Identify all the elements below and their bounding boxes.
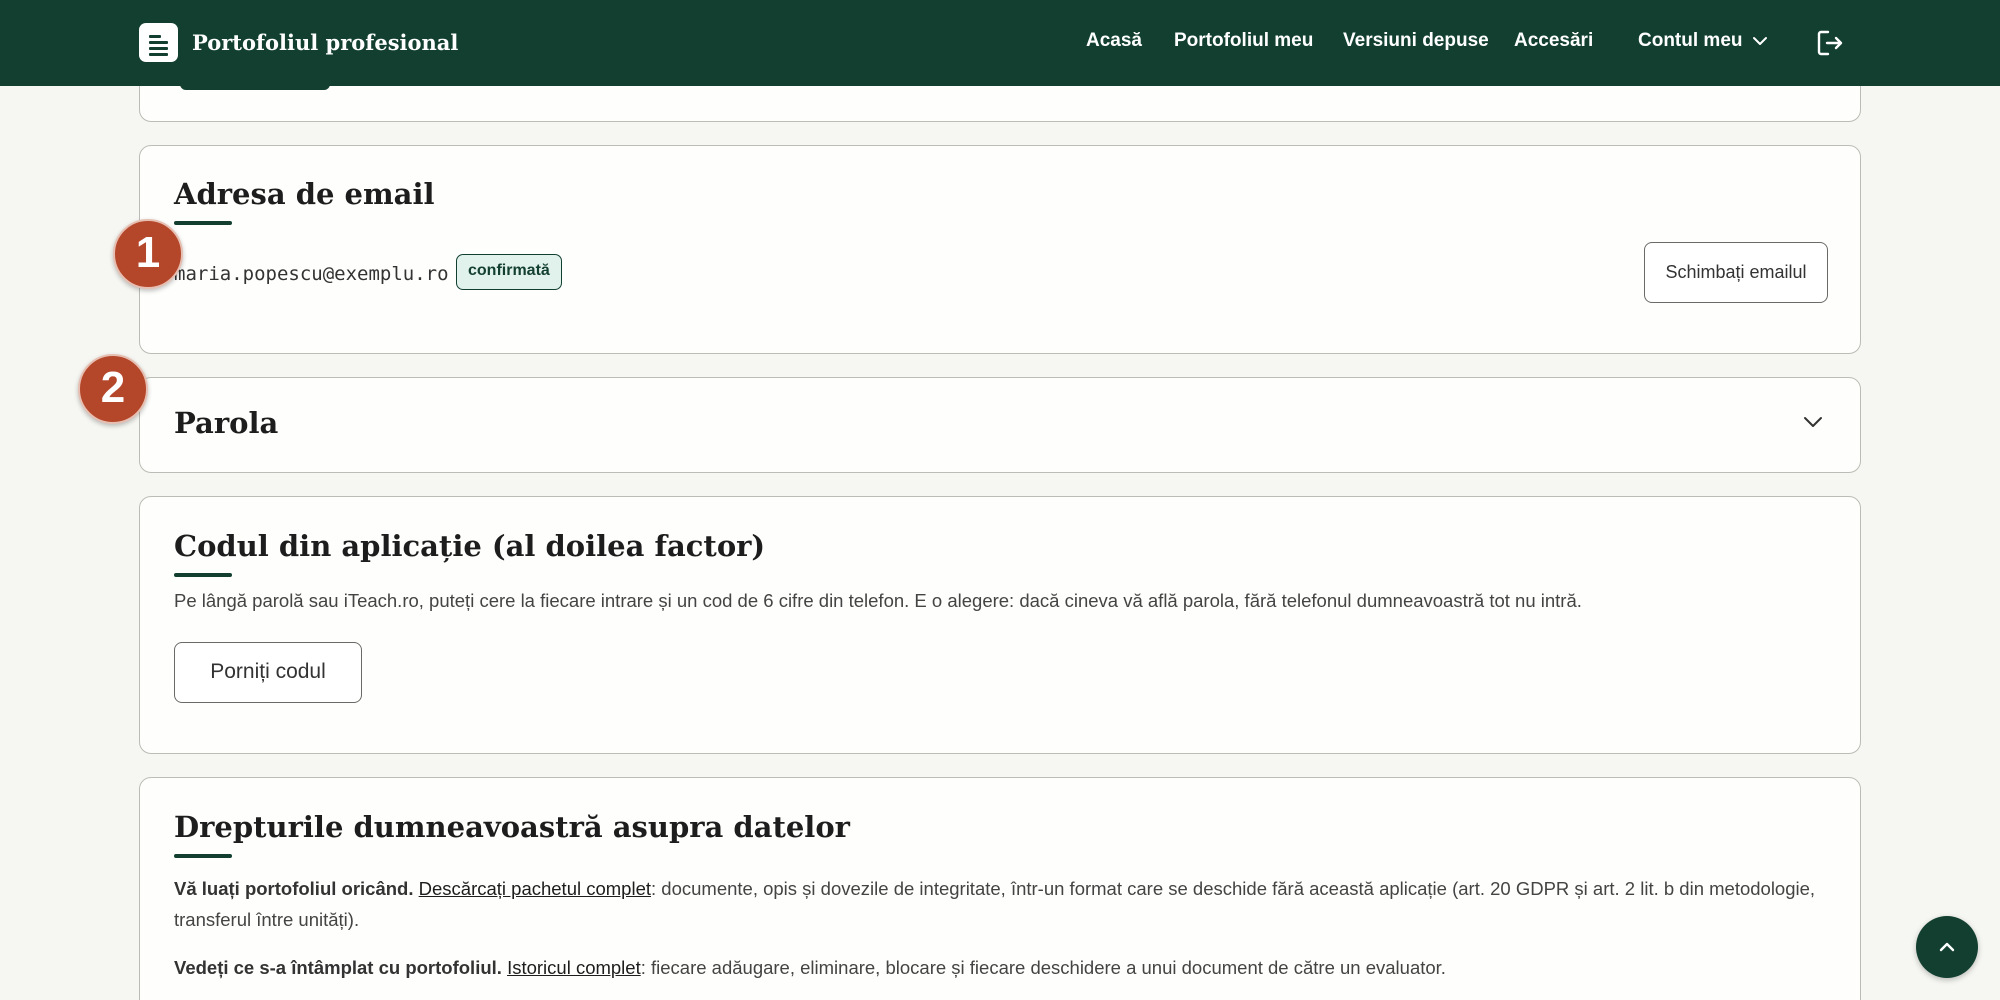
nav-access-log[interactable]: Accesări	[1514, 30, 1593, 52]
email-address: maria.popescu@exemplu.ro	[174, 263, 449, 285]
step-marker-1: 1	[113, 219, 183, 289]
portfolio-export-paragraph: Vă luați portofoliul oricând. Descărcați…	[174, 873, 1824, 935]
portfolio-history-paragraph: Vedeți ce s-a întâmplat cu portofoliul. …	[174, 952, 1824, 983]
export-lead: Vă luați portofoliul oricând.	[174, 878, 414, 899]
nav-account-menu[interactable]: Contul meu	[1638, 30, 1743, 52]
history-details: : fiecare adăugare, eliminare, blocare ș…	[640, 957, 1446, 978]
title-underline	[174, 854, 232, 858]
nav-home[interactable]: Acasă	[1086, 30, 1142, 52]
title-underline	[174, 573, 232, 577]
status-badge: confirmată	[456, 254, 562, 290]
password-section[interactable]: Parola	[139, 377, 1861, 473]
start-twofa-button[interactable]: Porniți codul	[174, 642, 362, 703]
data-rights-section: Drepturile dumneavoastră asupra datelor …	[139, 777, 1861, 1000]
logout-icon[interactable]	[1815, 28, 1845, 58]
password-section-title: Parola	[174, 406, 279, 440]
step-marker-2: 2	[78, 354, 148, 424]
twofa-section: Codul din aplicație (al doilea factor) P…	[139, 496, 1861, 754]
document-icon	[139, 23, 178, 62]
history-lead: Vedeți ce s-a întâmplat cu portofoliul.	[174, 957, 502, 978]
chevron-down-icon[interactable]	[1752, 35, 1768, 47]
email-section-title: Adresa de email	[174, 177, 435, 211]
nav-my-portfolio[interactable]: Portofoliul meu	[1174, 30, 1313, 52]
chevron-down-icon[interactable]	[1802, 415, 1824, 429]
download-package-link[interactable]: Descărcați pachetul complet	[419, 878, 651, 899]
app-title: Portofoliul profesional	[192, 30, 459, 55]
title-underline	[174, 221, 232, 225]
top-navbar: Portofoliul profesional Acasă Portofoliu…	[0, 0, 2000, 86]
nav-submitted-versions[interactable]: Versiuni depuse	[1343, 30, 1489, 52]
arrow-up-icon	[1939, 942, 1955, 952]
twofa-section-title: Codul din aplicație (al doilea factor)	[174, 529, 766, 563]
full-history-link[interactable]: Istoricul complet	[507, 957, 641, 978]
twofa-description: Pe lângă parolă sau iTeach.ro, puteți ce…	[174, 590, 1582, 611]
data-rights-title: Drepturile dumneavoastră asupra datelor	[174, 810, 850, 844]
scroll-to-top-button[interactable]	[1916, 916, 1978, 978]
change-email-button[interactable]: Schimbați emailul	[1644, 242, 1828, 303]
brand[interactable]: Portofoliul profesional	[139, 23, 458, 62]
email-section: Adresa de email maria.popescu@exemplu.ro…	[139, 145, 1861, 354]
